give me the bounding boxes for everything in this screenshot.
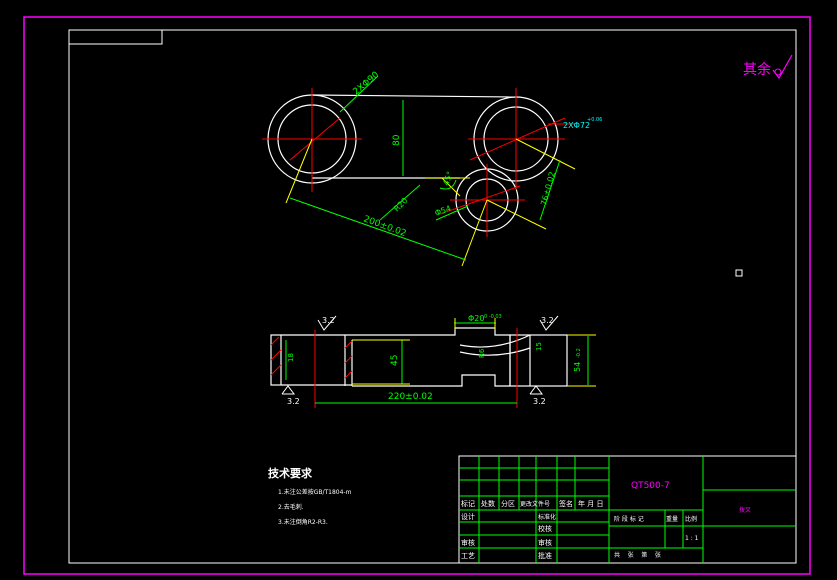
svg-text:更改文件号: 更改文件号 [520,500,550,508]
svg-text:年 月 日: 年 月 日 [578,499,603,508]
svg-text:1 : 1: 1 : 1 [685,535,699,542]
top-view: 2XΦ90 2XΦ72 +0.06 80 45° Φ54 R20 200±0.0… [262,70,602,267]
corner-box [68,29,163,45]
svg-text:2XΦ72: 2XΦ72 [563,121,590,130]
front-view: 3.2 3.2 3.2 3.2 18 45 Φ20 0 -0.03 R6 15 … [270,314,596,408]
svg-text:-0.2: -0.2 [576,348,582,358]
svg-text:签名: 签名 [559,499,573,508]
svg-text:3.2: 3.2 [287,397,300,406]
svg-text:3.未注倒角R2-R3.: 3.未注倒角R2-R3. [278,518,328,526]
svg-text:标记: 标记 [461,499,475,508]
svg-text:3.2: 3.2 [533,397,546,406]
svg-text:工艺: 工艺 [461,552,475,560]
svg-text:76±0.02: 76±0.02 [539,171,557,207]
svg-text:标准化: 标准化 [538,513,556,521]
svg-text:审核: 审核 [538,538,552,547]
svg-text:共 张 第 张: 共 张 第 张 [614,551,661,559]
svg-text:18: 18 [287,353,295,362]
svg-text:2.去毛刺.: 2.去毛刺. [278,503,304,511]
part-name: 拨叉 [739,506,751,514]
svg-text:设计: 设计 [461,512,475,521]
svg-text:2XΦ90: 2XΦ90 [352,70,382,97]
svg-text:技术要求: 技术要求 [268,466,313,480]
svg-text:审核: 审核 [461,538,475,547]
svg-text:分区: 分区 [501,499,515,508]
svg-text:54: 54 [573,362,582,372]
svg-text:0 -0.03: 0 -0.03 [484,314,502,320]
general-roughness-mark: 其余 [743,54,793,80]
technical-notes: 技术要求 1.未注公差按GB/T1804-m 2.去毛刺. 3.未注倒角R2-R… [268,466,352,526]
svg-text:阶 段 标 记: 阶 段 标 记 [614,515,644,523]
svg-text:1.未注公差按GB/T1804-m: 1.未注公差按GB/T1804-m [278,488,352,496]
svg-text:80: 80 [392,134,402,146]
svg-text:15: 15 [535,342,543,351]
svg-text:+0.06: +0.06 [587,117,602,123]
svg-text:比例: 比例 [685,515,697,523]
svg-text:45: 45 [390,355,400,366]
svg-text:R6: R6 [478,348,486,358]
svg-text:重量: 重量 [666,515,678,523]
svg-text:45°: 45° [441,170,454,186]
svg-text:3.2: 3.2 [541,316,554,325]
drawing-frame [68,29,797,564]
svg-text:其余: 其余 [743,61,771,78]
svg-text:Φ20: Φ20 [468,314,484,323]
sheet-border [23,16,811,575]
svg-text:3.2: 3.2 [322,316,335,325]
svg-text:R20: R20 [392,196,410,214]
marker-square [735,269,743,277]
svg-text:200±0.02: 200±0.02 [362,214,407,239]
svg-text:校核: 校核 [538,524,552,533]
material-label: QT500-7 [631,481,670,491]
svg-text:220±0.02: 220±0.02 [388,392,433,402]
svg-text:Φ54: Φ54 [434,204,453,218]
svg-text:批准: 批准 [538,551,552,560]
cad-drawing: 其余 2XΦ90 2XΦ72 +0.06 80 45° Φ54 R20 200±… [23,16,811,575]
svg-text:处数: 处数 [481,499,495,508]
